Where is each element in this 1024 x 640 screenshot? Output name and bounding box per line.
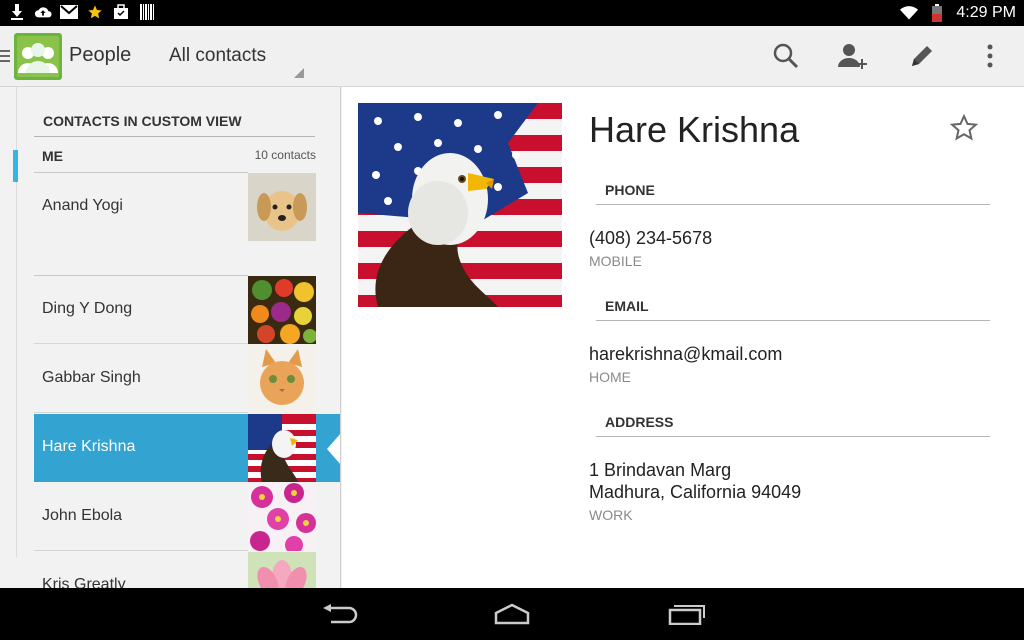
contact-name: Gabbar Singh [42, 369, 141, 386]
overflow-menu-button[interactable] [970, 36, 1010, 76]
row-divider [34, 550, 248, 551]
gmail-icon [60, 3, 78, 21]
add-contact-icon [838, 44, 867, 69]
contact-row-hare-krishna[interactable]: Hare Krishna [34, 414, 340, 482]
home-button[interactable] [490, 597, 534, 631]
app-title: People [69, 44, 132, 66]
section-header-label: CONTACTS IN CUSTOM VIEW [43, 113, 242, 129]
contact-name-heading: Hare Krishna [589, 109, 800, 150]
favorite-star-button[interactable] [949, 113, 981, 145]
address-section-header: ADDRESS [596, 407, 990, 437]
edit-icon [912, 46, 932, 66]
contact-photo-fruits [248, 276, 316, 344]
email-type: HOME [589, 369, 631, 385]
contact-photo-eagle-flag [248, 414, 316, 482]
battery-icon [928, 4, 946, 22]
contact-row-anand-yogi[interactable]: Anand Yogi [34, 173, 316, 241]
spinner-triangle-icon [294, 68, 304, 78]
contact-count: 10 contacts [254, 148, 316, 162]
contact-row-ding-y-dong[interactable]: Ding Y Dong [34, 276, 316, 344]
home-icon [494, 603, 530, 625]
contact-row-kris-greatly[interactable]: Kris Greatly [34, 552, 316, 588]
section-header: CONTACTS IN CUSTOM VIEW [34, 105, 315, 137]
email-header-label: EMAIL [605, 298, 649, 314]
recents-button[interactable] [664, 597, 708, 631]
wifi-icon [900, 4, 919, 22]
row-divider [34, 343, 248, 344]
contact-row-gabbar-singh[interactable]: Gabbar Singh [34, 345, 316, 413]
drawer-indicator-icon[interactable] [0, 50, 10, 62]
email-section-header: EMAIL [596, 291, 990, 321]
back-button[interactable] [318, 597, 362, 631]
star-outline-icon [949, 113, 979, 141]
contact-name: Kris Greatly [42, 576, 126, 588]
contact-list-panel[interactable]: CONTACTS IN CUSTOM VIEW ME 10 contacts A… [0, 87, 341, 588]
address-line-1[interactable]: 1 Brindavan Marg [589, 459, 731, 481]
me-label: ME [42, 148, 63, 164]
bag-icon [112, 3, 130, 21]
status-clock: 4:29 PM [956, 4, 1016, 21]
contact-photo-pink-flowers [248, 483, 316, 551]
view-filter-label: All contacts [169, 45, 267, 66]
address-type: WORK [589, 507, 633, 523]
download-icon [8, 3, 26, 21]
star-icon [86, 3, 104, 21]
phone-section-header: PHONE [596, 175, 990, 205]
barcode-icon [138, 3, 156, 21]
phone-type: MOBILE [589, 253, 642, 269]
email-address[interactable]: harekrishna@kmail.com [589, 343, 782, 365]
phone-header-label: PHONE [605, 182, 655, 198]
recents-icon [668, 605, 705, 625]
row-divider [34, 412, 248, 413]
contact-photo-puppy [248, 173, 316, 241]
navigation-bar [0, 588, 1024, 640]
phone-number[interactable]: (408) 234-5678 [589, 227, 712, 249]
contact-name: Hare Krishna [42, 438, 136, 455]
action-bar: People All contacts [0, 26, 1024, 87]
address-line-2[interactable]: Madhura, California 94049 [589, 481, 801, 503]
status-bar: 4:29 PM [0, 0, 1024, 26]
address-header-label: ADDRESS [605, 414, 674, 430]
contact-row-john-ebola[interactable]: John Ebola [34, 483, 316, 551]
overflow-menu-icon [987, 44, 993, 68]
contact-detail-panel: Hare Krishna PHONE (408) 234-5678 MOBILE… [342, 87, 1024, 588]
contact-name: Ding Y Dong [42, 300, 133, 317]
cloud-upload-icon [34, 3, 52, 21]
contact-photo-lotus [248, 552, 316, 588]
contact-name: John Ebola [42, 507, 123, 524]
view-filter-spinner[interactable]: All contacts [152, 36, 306, 82]
me-accent-bar [13, 150, 18, 182]
contact-name: Anand Yogi [42, 197, 123, 214]
add-contact-button[interactable] [832, 36, 872, 76]
back-icon [323, 604, 358, 624]
search-button[interactable] [766, 36, 806, 76]
contact-photo-kitten [248, 345, 316, 413]
contact-hero-photo [358, 103, 562, 307]
selection-notch [327, 433, 340, 465]
search-icon [773, 43, 799, 69]
edit-contact-button[interactable] [902, 36, 942, 76]
people-app-icon[interactable] [14, 33, 62, 80]
